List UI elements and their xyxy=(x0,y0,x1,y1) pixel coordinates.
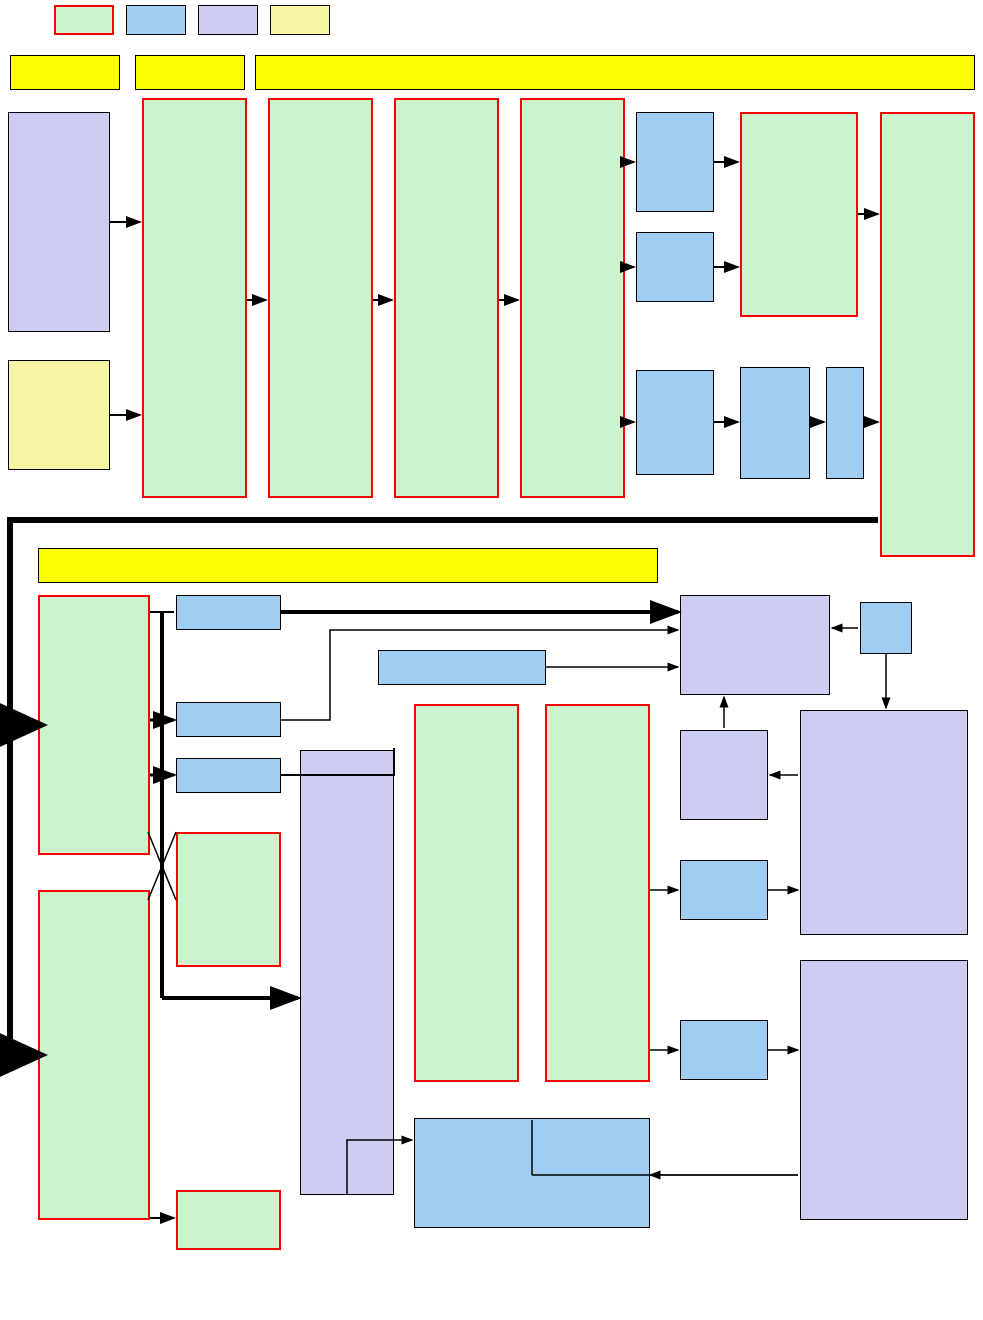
lower-gM2 xyxy=(545,704,650,1082)
lower-pMid xyxy=(680,730,768,820)
lower-pBottom xyxy=(800,960,968,1220)
lower-bBottom xyxy=(414,1118,650,1228)
lower-gL2 xyxy=(38,890,150,1220)
legend-green xyxy=(54,5,114,35)
lower-gL1 xyxy=(38,595,150,855)
legend-purple xyxy=(198,5,258,35)
upper-g4 xyxy=(520,98,625,498)
lower-pTall xyxy=(300,750,394,1195)
band-top-b xyxy=(135,55,245,90)
band-top-c xyxy=(255,55,975,90)
upper-b1 xyxy=(636,112,714,212)
upper-b3 xyxy=(636,370,714,475)
upper-g3 xyxy=(394,98,499,498)
upper-b5 xyxy=(826,367,864,479)
upper-yellow-input xyxy=(8,360,110,470)
lower-bTop2 xyxy=(378,650,546,685)
lower-bMidR2 xyxy=(680,1020,768,1080)
upper-b2 xyxy=(636,232,714,302)
upper-b4 xyxy=(740,367,810,479)
legend-yellow xyxy=(270,5,330,35)
lower-bTiny xyxy=(860,602,912,654)
lower-gSmall xyxy=(176,832,281,967)
lower-bTop4 xyxy=(176,758,281,793)
band-top-a xyxy=(10,55,120,90)
upper-g1 xyxy=(142,98,247,498)
lower-pTopRight xyxy=(680,595,830,695)
upper-g5 xyxy=(740,112,858,317)
lower-pBig xyxy=(800,710,968,935)
lower-bTop1 xyxy=(176,595,281,630)
upper-g2 xyxy=(268,98,373,498)
upper-purple-input xyxy=(8,112,110,332)
lower-bTop3 xyxy=(176,702,281,737)
upper-g6 xyxy=(880,112,975,557)
lower-gTiny xyxy=(176,1190,281,1250)
legend-blue xyxy=(126,5,186,35)
lower-gM1 xyxy=(414,704,519,1082)
band-mid xyxy=(38,548,658,583)
lower-bMidR xyxy=(680,860,768,920)
